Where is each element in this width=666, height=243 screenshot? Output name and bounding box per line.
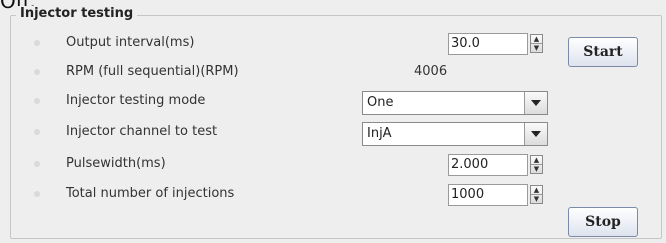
pulsewidth-input[interactable]: 2.000	[448, 154, 528, 176]
bullet-icon	[34, 69, 40, 75]
spinner-buttons[interactable]: ▲ ▼	[530, 185, 543, 204]
rpm-label: RPM (full sequential)(RPM)	[66, 64, 239, 79]
testing-mode-selected: One	[367, 95, 394, 110]
spin-down-icon[interactable]: ▼	[531, 44, 542, 52]
bullet-icon	[34, 40, 40, 46]
total-injections-label: Total number of injections	[66, 186, 235, 201]
spin-down-icon[interactable]: ▼	[531, 195, 542, 203]
bullet-icon	[34, 98, 40, 104]
row-testing-mode: Injector testing mode One	[0, 91, 666, 115]
chevron-down-icon[interactable]	[524, 92, 547, 114]
bullet-icon	[34, 191, 40, 197]
rpm-value: 4006	[414, 64, 448, 79]
row-pulsewidth: Pulsewidth(ms) 2.000 ▲ ▼	[0, 154, 666, 176]
row-channel: Injector channel to test InjA	[0, 122, 666, 146]
channel-label: Injector channel to test	[66, 124, 218, 139]
chevron-down-icon[interactable]	[524, 123, 547, 145]
channel-combo[interactable]: InjA	[362, 122, 548, 146]
row-rpm: RPM (full sequential)(RPM) 4006	[0, 62, 666, 84]
row-total-injections: Total number of injections 1000 ▲ ▼	[0, 184, 666, 206]
total-injections-input[interactable]: 1000	[448, 184, 528, 206]
output-interval-input[interactable]: 30.0	[448, 33, 528, 55]
channel-selected: InjA	[367, 126, 392, 141]
pulsewidth-label: Pulsewidth(ms)	[66, 156, 166, 171]
spin-down-icon[interactable]: ▼	[531, 165, 542, 173]
testing-mode-combo[interactable]: One	[362, 91, 548, 115]
spin-up-icon[interactable]: ▲	[531, 156, 542, 165]
bullet-icon	[34, 129, 40, 135]
output-interval-label: Output interval(ms)	[66, 35, 195, 50]
row-output-interval: Output interval(ms) 30.0 ▲ ▼	[0, 33, 666, 55]
bullet-icon	[34, 161, 40, 167]
stop-button[interactable]: Stop	[568, 207, 638, 237]
group-title: Injector testing	[16, 6, 138, 22]
spinner-buttons[interactable]: ▲ ▼	[530, 155, 543, 174]
spin-up-icon[interactable]: ▲	[531, 186, 542, 195]
spin-up-icon[interactable]: ▲	[531, 35, 542, 44]
spinner-buttons[interactable]: ▲ ▼	[530, 34, 543, 53]
testing-mode-label: Injector testing mode	[66, 93, 206, 108]
start-button[interactable]: Start	[568, 37, 638, 67]
